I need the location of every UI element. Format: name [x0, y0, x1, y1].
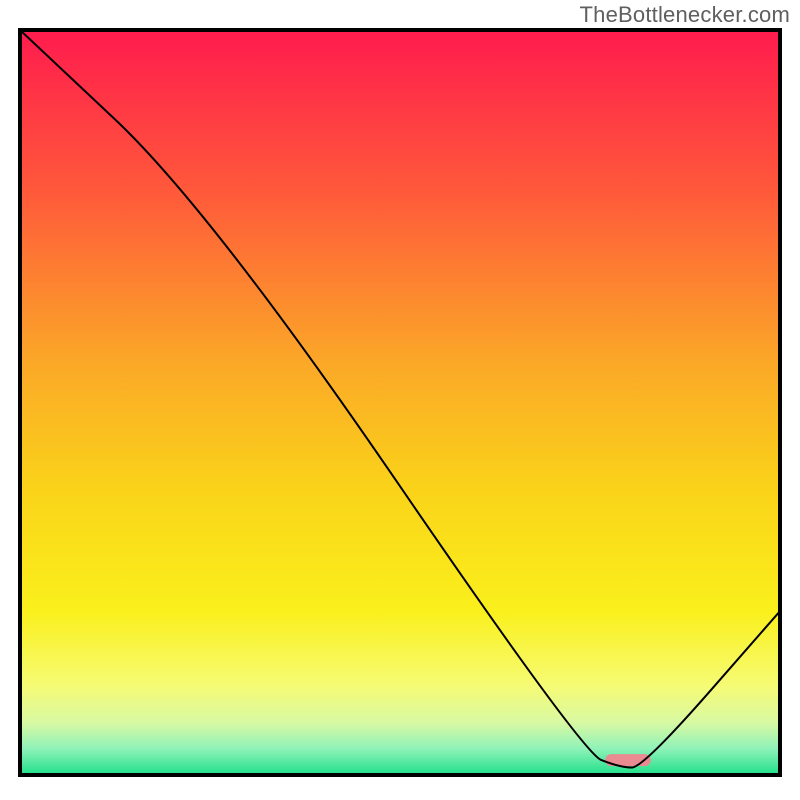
chart-svg	[0, 0, 800, 800]
bottleneck-chart: TheBottlenecker.com	[0, 0, 800, 800]
watermark-text: TheBottlenecker.com	[580, 2, 790, 28]
gradient-plot-area	[20, 30, 780, 775]
